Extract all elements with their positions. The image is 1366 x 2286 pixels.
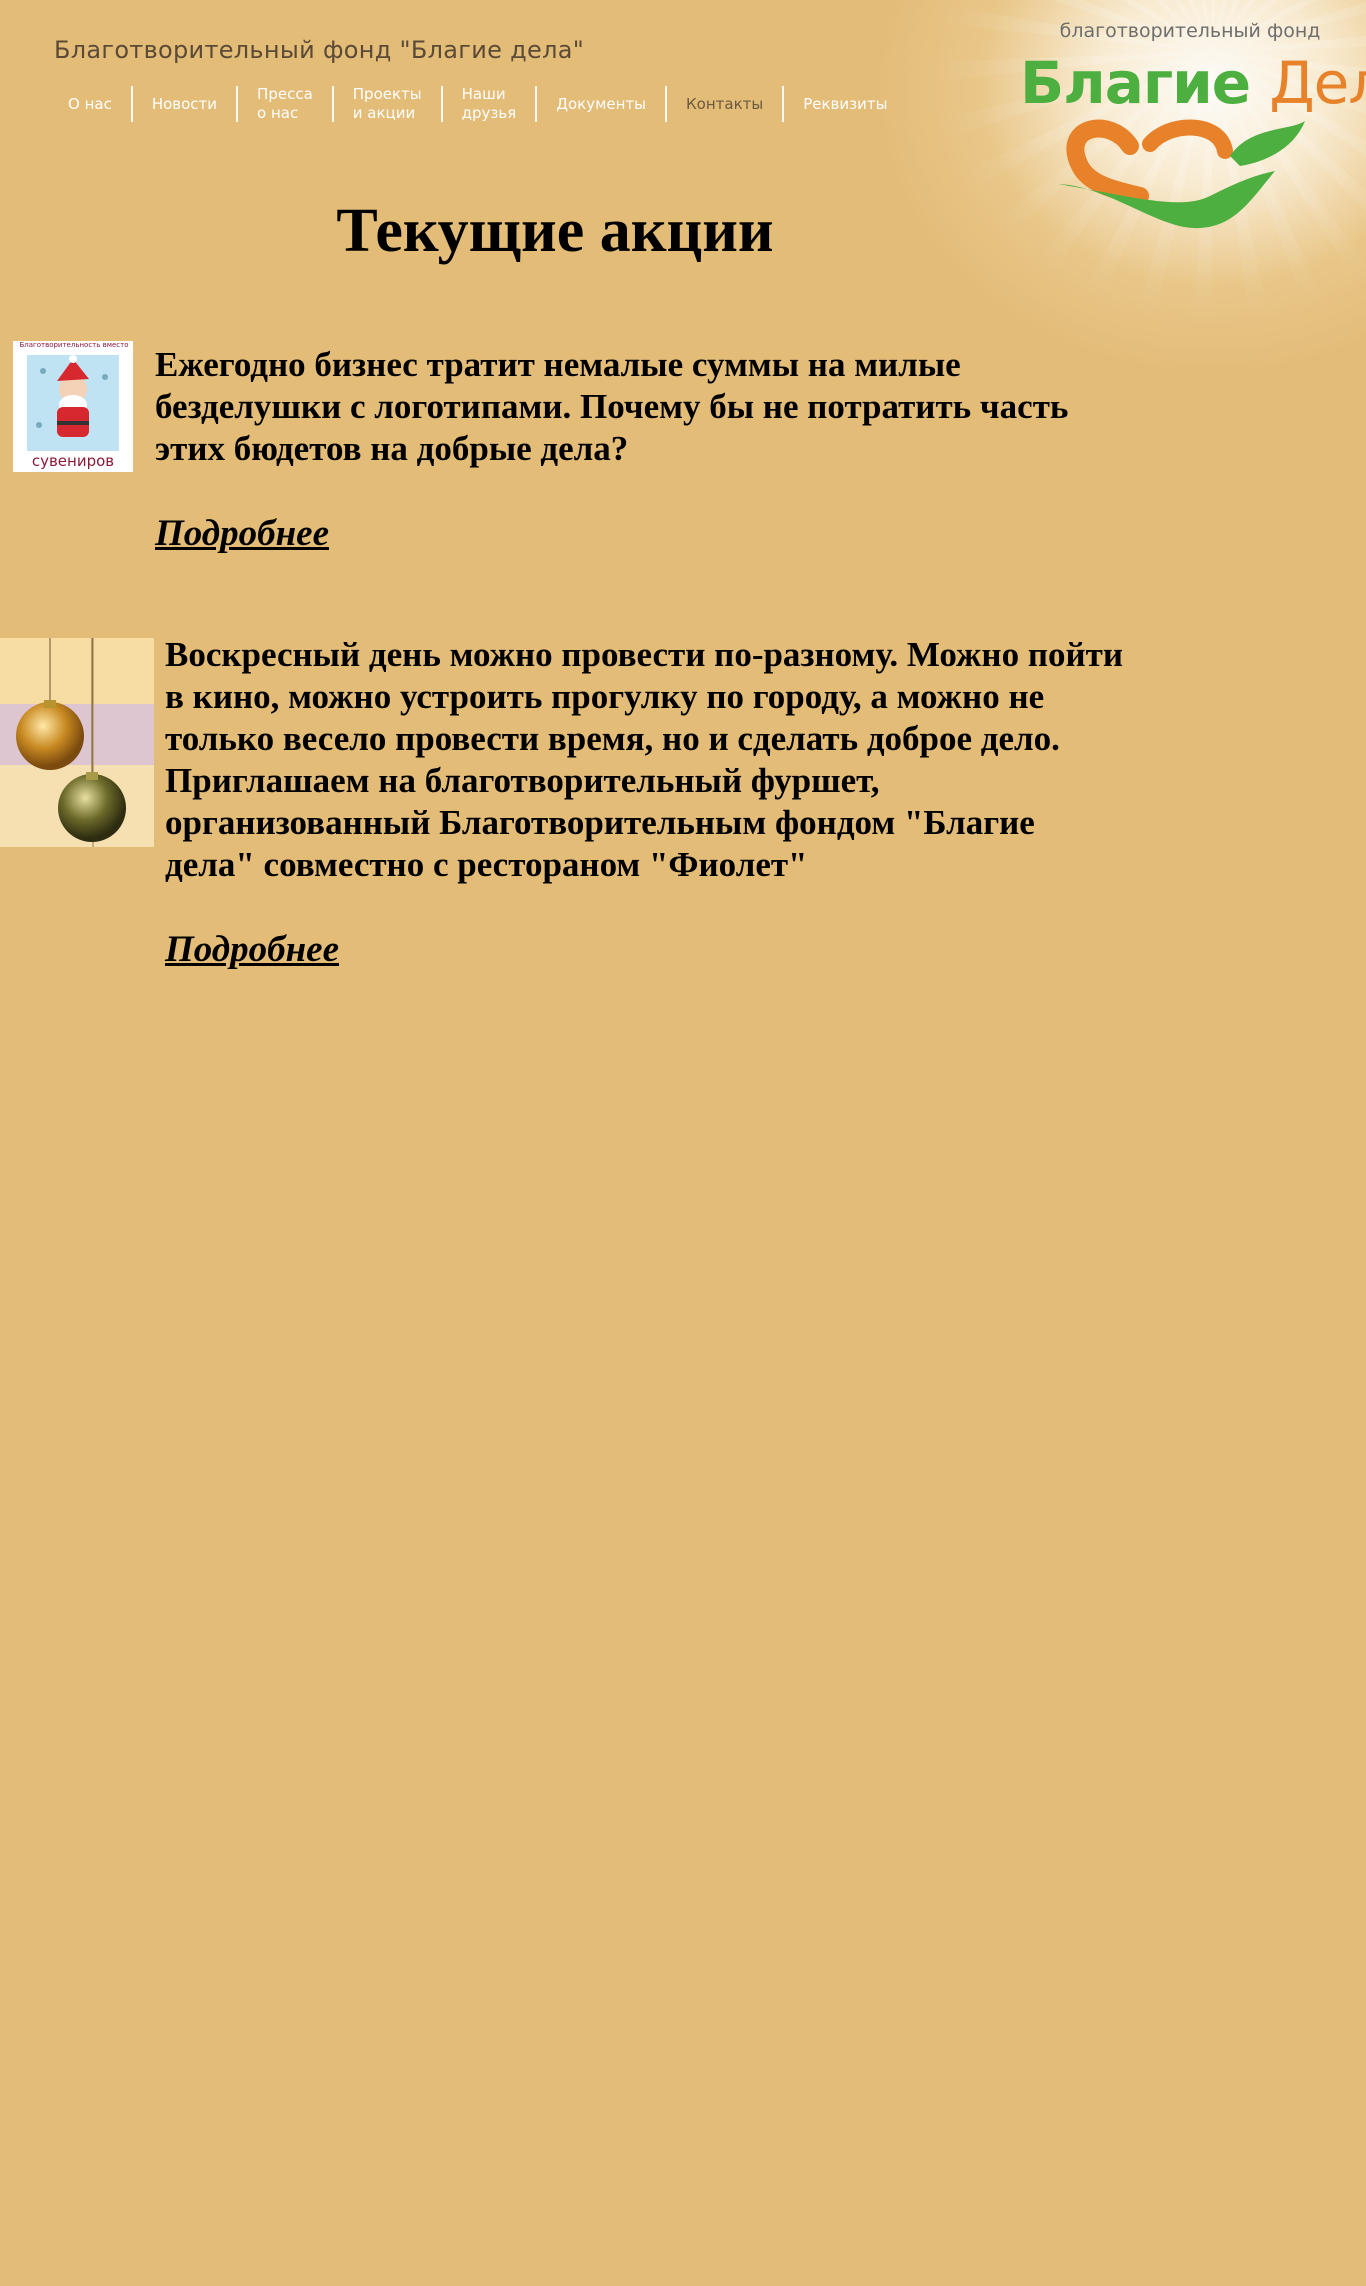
logo-caption: благотворительный фонд — [1059, 20, 1321, 42]
logo-word-green: Благие — [1020, 49, 1251, 117]
promo-text: Ежегодно бизнес тратит немалые суммы на … — [155, 345, 1069, 468]
promo-image-ornaments[interactable] — [0, 638, 154, 847]
promo-item: Ежегодно бизнес тратит немалые суммы на … — [155, 344, 1130, 555]
promo-item: Воскресный день можно провести по-разном… — [165, 634, 1130, 971]
logo-word-orange: Дела — [1269, 49, 1366, 117]
promo-more-link[interactable]: Подробнее — [165, 928, 339, 971]
nav-item-press[interactable]: Пресса о нас — [236, 85, 332, 122]
nav-item-about[interactable]: О нас — [50, 86, 131, 122]
site-title: Благотворительный фонд "Благие дела" — [54, 36, 585, 64]
nav-item-label: Документы — [556, 94, 646, 113]
main-nav: О нас Новости Пресса о нас Проекты и акции… — [50, 85, 906, 122]
promo-more-link[interactable]: Подробнее — [155, 512, 329, 555]
nav-item-label: О нас — [68, 94, 112, 113]
nav-item-label: Новости — [151, 94, 218, 113]
nav-item-label: Проекты — [352, 85, 422, 103]
nav-item-label-line2: и акции — [352, 104, 416, 122]
nav-item-label: Пресса — [257, 85, 313, 103]
page-title: Текущие акции — [336, 197, 774, 265]
logo-wordmark: Благие Дела — [1020, 54, 1366, 112]
promo-image-souvenirs[interactable]: Благотворительность вместо сувениров — [13, 341, 133, 472]
nav-item-label: Наши — [461, 85, 506, 103]
nav-item-label: Реквизиты — [803, 94, 888, 113]
nav-item-requisites[interactable]: Реквизиты — [782, 86, 906, 122]
promo-image-text-bottom: сувениров — [31, 452, 115, 470]
nav-item-label: Контакты — [686, 94, 764, 113]
nav-item-news[interactable]: Новости — [130, 86, 236, 122]
christmas-ornaments-icon — [0, 638, 154, 847]
nav-item-friends[interactable]: Наши друзья — [440, 85, 536, 122]
nav-item-projects[interactable]: Проекты и акции — [331, 85, 441, 122]
nav-item-contacts[interactable]: Контакты — [665, 86, 782, 122]
nav-item-documents[interactable]: Документы — [535, 86, 665, 122]
nav-item-label-line2: друзья — [461, 104, 517, 122]
promo-text: Воскресный день можно провести по-разном… — [165, 635, 1124, 884]
promo-image-text-top: Благотворительность вместо — [19, 341, 129, 349]
nav-item-label-line2: о нас — [257, 104, 299, 122]
